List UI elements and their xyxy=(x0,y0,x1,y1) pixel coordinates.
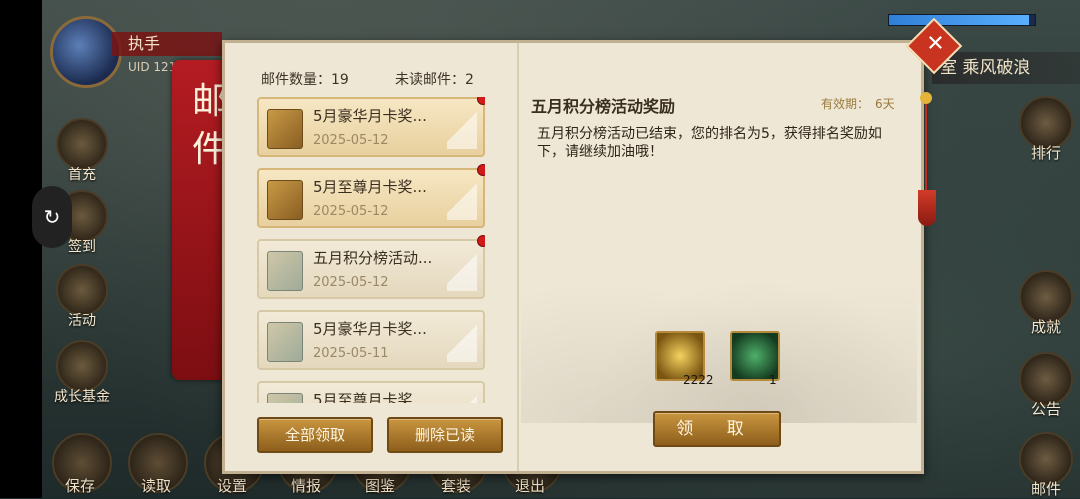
mail-item[interactable]: 5月豪华月卡奖... 2025-05-12 xyxy=(257,97,485,157)
mail-item[interactable]: 5月至尊月卡奖... 2025-05-12 xyxy=(257,164,485,228)
tassel-rope xyxy=(925,104,927,194)
activity-icon xyxy=(56,264,108,316)
player-name: 执手 xyxy=(112,32,222,56)
mail-envelope-icon xyxy=(267,393,303,403)
mail-envelope-icon xyxy=(267,180,303,220)
close-icon: ✕ xyxy=(926,31,945,57)
mail-envelope-icon xyxy=(267,109,303,149)
mail-envelope-icon xyxy=(267,251,303,291)
unread-dot-icon xyxy=(477,235,485,247)
page-fold-icon xyxy=(447,318,477,362)
left-menu-activity[interactable]: 活动 xyxy=(54,264,110,330)
mail-count: 邮件数量：19 xyxy=(261,72,349,88)
progress-bar xyxy=(888,14,1036,26)
mail-item[interactable]: 5月至尊月卡奖... xyxy=(257,381,485,403)
tassel-end xyxy=(918,190,936,226)
mountain-painting xyxy=(521,223,917,423)
reward-quantity: 1 xyxy=(769,373,777,387)
right-menu-announcement[interactable]: 公告 xyxy=(1016,352,1076,419)
validity-value: 6天 xyxy=(875,97,895,111)
left-menu-growth-fund[interactable]: 成长基金 xyxy=(54,340,110,406)
mail-item-selected[interactable]: 五月积分榜活动... 2025-05-12 xyxy=(257,235,485,299)
page-fold-icon xyxy=(447,176,477,220)
claim-button[interactable]: 领 取 xyxy=(653,411,781,447)
screen-edge xyxy=(0,0,42,498)
left-menu-first-recharge[interactable]: 首充 xyxy=(54,118,110,184)
floating-assistant-button[interactable]: ↻ xyxy=(32,186,72,248)
reward-quantity: 2222 xyxy=(683,373,714,387)
page-fold-icon xyxy=(447,389,477,403)
unread-dot-icon xyxy=(477,97,485,105)
mail-detail-body: 五月积分榜活动已结束，您的排名为5，获得排名奖励如下，请继续加油哦！ xyxy=(537,126,882,160)
gift-icon xyxy=(56,118,108,170)
mail-detail-title: 五月积分榜活动奖励 xyxy=(531,97,676,116)
mail-list[interactable]: 5月豪华月卡奖... 2025-05-12 5月至尊月卡奖... 2025-05… xyxy=(257,97,485,403)
bottom-menu-load[interactable]: 读取 xyxy=(128,433,188,496)
delete-read-button[interactable]: 删除已读 xyxy=(387,417,503,453)
mail-panel: 邮件数量：19 未读邮件：2 5月豪华月卡奖... 2025-05-12 5月至… xyxy=(222,40,924,474)
mail-icon xyxy=(1019,432,1073,486)
page-fold-icon xyxy=(447,105,477,149)
announcement-icon xyxy=(1019,352,1073,406)
growth-fund-icon xyxy=(56,340,108,392)
right-menu-ranking[interactable]: 排行 xyxy=(1016,96,1076,163)
bottom-menu-save[interactable]: 保存 xyxy=(52,433,112,496)
ranking-icon xyxy=(1019,96,1073,150)
validity-label: 有效期： xyxy=(821,97,870,111)
unread-count: 未读邮件：2 xyxy=(395,72,474,88)
right-menu-mail[interactable]: 邮件 xyxy=(1016,432,1076,499)
right-menu-achievement[interactable]: 成就 xyxy=(1016,270,1076,337)
page-fold-icon xyxy=(447,247,477,291)
unread-dot-icon xyxy=(477,164,485,176)
mail-item[interactable]: 5月豪华月卡奖... 2025-05-11 xyxy=(257,310,485,370)
claim-all-button[interactable]: 全部领取 xyxy=(257,417,373,453)
top-right-title: 室 乘风破浪 xyxy=(932,52,1080,84)
achievement-icon xyxy=(1019,270,1073,324)
mail-envelope-icon xyxy=(267,322,303,362)
panel-divider xyxy=(517,43,519,471)
tassel-icon xyxy=(920,92,932,104)
